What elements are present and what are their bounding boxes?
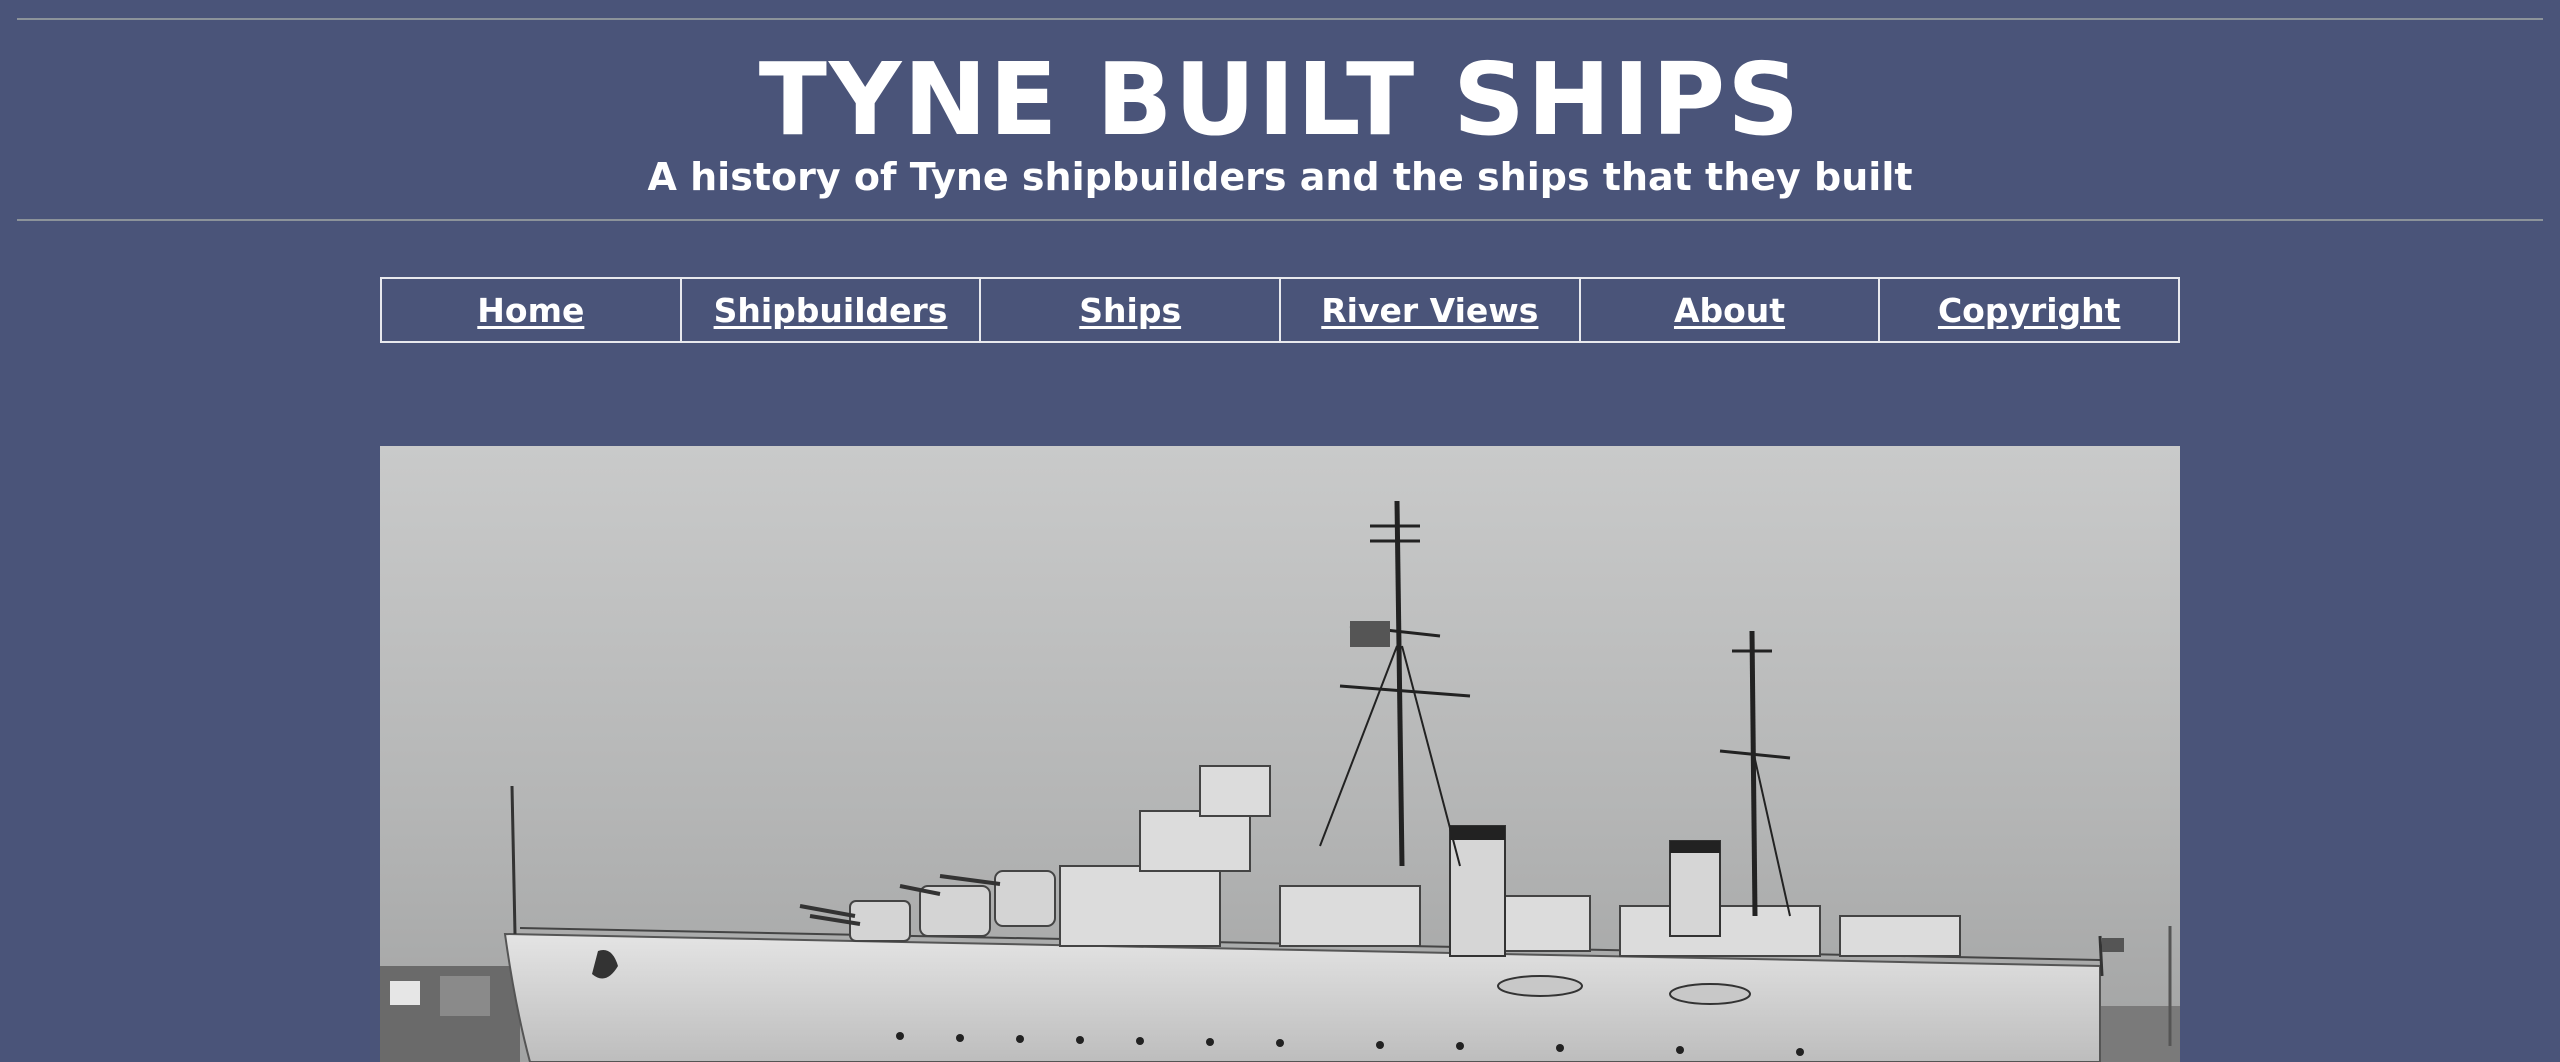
nav-link-home[interactable]: Home (382, 279, 682, 341)
main-nav: Home Shipbuilders Ships River Views Abou… (380, 277, 2180, 343)
nav-link-ships[interactable]: Ships (981, 279, 1282, 341)
nav-link-river-views[interactable]: River Views (1281, 279, 1581, 341)
header-bottom-rule (17, 219, 2543, 221)
nav-link-about[interactable]: About (1581, 279, 1881, 341)
nav-link-shipbuilders[interactable]: Shipbuilders (682, 279, 982, 341)
nav-link-copyright[interactable]: Copyright (1880, 279, 2178, 341)
page: TYNE BUILT SHIPS A history of Tyne shipb… (0, 0, 2560, 1062)
site-subtitle: A history of Tyne shipbuilders and the s… (647, 155, 1913, 199)
header-top-rule (17, 18, 2543, 20)
warship-photo (380, 446, 2180, 1062)
site-title: TYNE BUILT SHIPS (758, 41, 1802, 158)
warship-photo-image (380, 446, 2180, 1062)
